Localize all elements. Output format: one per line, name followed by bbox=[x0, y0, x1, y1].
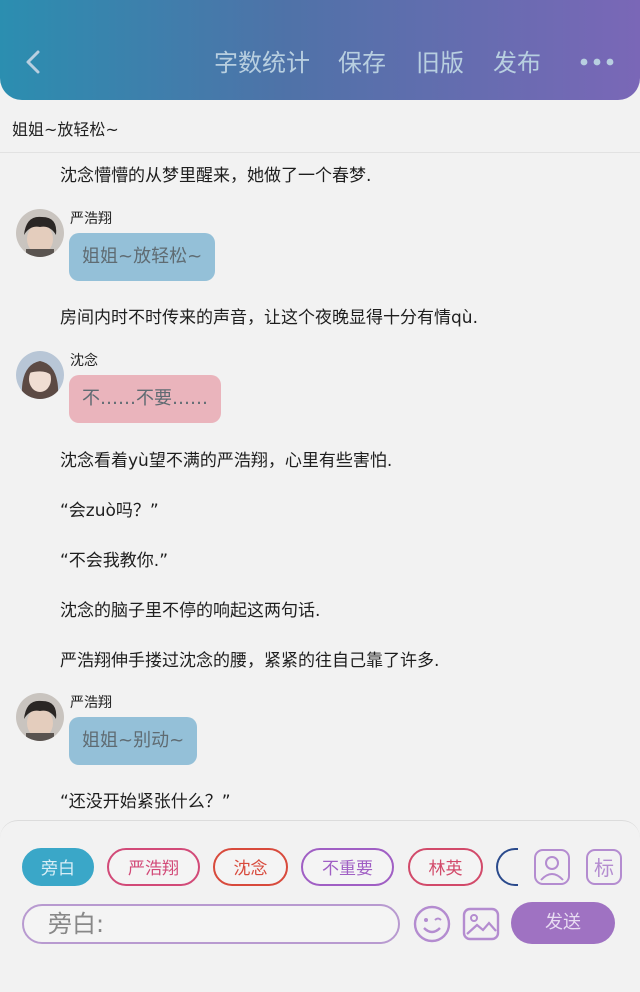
character-chip-yanhaoxiang[interactable]: 严浩翔 bbox=[107, 848, 200, 886]
top-bar: 字数统计 保存 旧版 发布 bbox=[0, 0, 640, 100]
male-avatar-image bbox=[16, 693, 64, 741]
narration-line: “会zuò吗？” bbox=[60, 501, 159, 521]
avatar[interactable] bbox=[16, 351, 64, 399]
male-avatar-image bbox=[16, 209, 64, 257]
dialogue-bubble[interactable]: 姐姐~别动~ bbox=[69, 717, 198, 765]
old-version-button[interactable]: 旧版 bbox=[416, 46, 464, 80]
story-content: 沈念懵懵的从梦里醒来，她做了一个春梦. 严浩翔 姐姐~放轻松~ 房间内时不时传来… bbox=[0, 153, 640, 821]
avatar[interactable] bbox=[16, 693, 64, 741]
narration-line: 严浩翔伸手搂过沈念的腰，紧紧的往自己靠了许多. bbox=[60, 651, 440, 671]
dialogue-bubble[interactable]: 不……不要…… bbox=[69, 375, 221, 423]
tag-icon[interactable]: 标 bbox=[585, 848, 623, 886]
character-name: 沈念 bbox=[70, 353, 98, 369]
narration-line: “不会我教你.” bbox=[60, 551, 169, 571]
narration-line: 沈念看着yù望不满的严浩翔，心里有些害怕. bbox=[60, 451, 393, 471]
character-chip-unimportant[interactable]: 不重要 bbox=[301, 848, 394, 886]
narration-line: 沈念的脑子里不停的响起这两句话. bbox=[60, 601, 321, 621]
word-count-button[interactable]: 字数统计 bbox=[214, 46, 310, 80]
character-name: 严浩翔 bbox=[70, 211, 112, 227]
svg-text:标: 标 bbox=[594, 856, 614, 880]
dialogue-bubble[interactable]: 姐姐~放轻松~ bbox=[69, 233, 216, 281]
character-name: 严浩翔 bbox=[70, 695, 112, 711]
narration-line: “还没开始紧张什么？” bbox=[60, 792, 231, 812]
character-chip-narrator[interactable]: 旁白 bbox=[22, 848, 94, 886]
back-icon[interactable] bbox=[18, 44, 48, 80]
character-chip-linying[interactable]: 林英 bbox=[408, 848, 483, 886]
avatar-icon[interactable] bbox=[533, 848, 571, 886]
emoji-icon[interactable] bbox=[412, 904, 452, 944]
avatar[interactable] bbox=[16, 209, 64, 257]
character-chip-shennian[interactable]: 沈念 bbox=[213, 848, 288, 886]
more-icon[interactable] bbox=[578, 52, 618, 72]
narration-line: 沈念懵懵的从梦里醒来，她做了一个春梦. bbox=[60, 166, 372, 186]
image-icon[interactable] bbox=[461, 904, 501, 944]
narration-line: 房间内时不时传来的声音，让这个夜晚显得十分有情qù. bbox=[60, 308, 478, 328]
publish-button[interactable]: 发布 bbox=[493, 46, 541, 80]
chapter-title: 姐姐~放轻松~ bbox=[12, 120, 119, 139]
female-avatar-image bbox=[16, 351, 64, 399]
dialogue-input[interactable]: 旁白: bbox=[22, 904, 400, 944]
save-button[interactable]: 保存 bbox=[338, 46, 386, 80]
send-button[interactable]: 发送 bbox=[511, 902, 615, 944]
